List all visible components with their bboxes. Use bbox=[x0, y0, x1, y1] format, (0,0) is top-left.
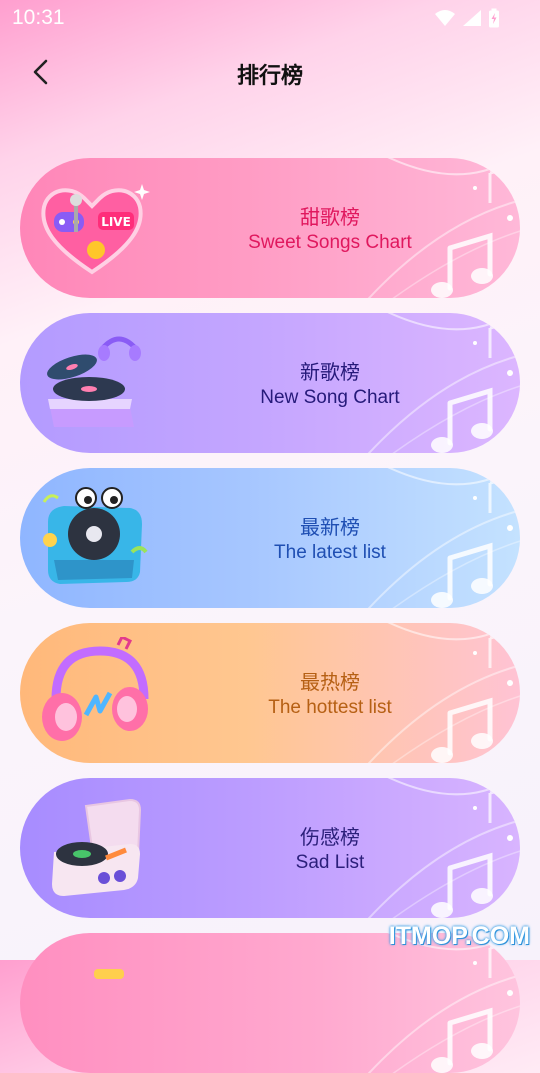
chart-title-zh: 甜歌榜 bbox=[300, 205, 360, 229]
heart-live-gamepad-icon: LIVE bbox=[41, 184, 150, 275]
watermark-text: ITMOP.COM bbox=[388, 922, 530, 950]
wifi-icon bbox=[435, 10, 455, 26]
signal-icon bbox=[463, 10, 481, 26]
turntable-headphones-icon bbox=[47, 336, 141, 427]
status-time: 10:31 bbox=[12, 6, 65, 29]
chart-title-zh: 伤感榜 bbox=[300, 825, 360, 849]
chart-card-partial[interactable] bbox=[20, 933, 520, 1073]
chart-card-latest[interactable]: 最新榜 The latest list bbox=[20, 468, 520, 608]
status-bar: 10:31 bbox=[0, 0, 540, 36]
chart-title-en: New Song Chart bbox=[260, 387, 400, 408]
svg-text:LIVE: LIVE bbox=[101, 215, 131, 229]
chart-card-sad[interactable]: 伤感榜 Sad List bbox=[20, 778, 520, 918]
header: 排行榜 bbox=[0, 44, 540, 100]
chart-title-en: Sad List bbox=[295, 852, 365, 873]
chart-title-zh: 最热榜 bbox=[300, 670, 360, 694]
chart-card-sweet-songs[interactable]: LIVE 甜歌榜 Sweet Songs Chart bbox=[20, 158, 520, 298]
status-icons bbox=[434, 8, 500, 28]
chart-title-en: The latest list bbox=[274, 542, 386, 563]
chart-title-zh: 最新榜 bbox=[300, 515, 360, 539]
chart-icon-partial bbox=[94, 969, 124, 979]
chart-card-new-songs[interactable]: 新歌榜 New Song Chart bbox=[20, 313, 520, 453]
page-title: 排行榜 bbox=[236, 64, 303, 89]
chart-title-en: The hottest list bbox=[268, 697, 392, 718]
pink-headphones-icon bbox=[42, 637, 149, 741]
chart-card-hottest[interactable]: 最热榜 The hottest list bbox=[20, 623, 520, 763]
chart-title-zh: 新歌榜 bbox=[300, 360, 360, 384]
chart-title-en: Sweet Songs Chart bbox=[248, 232, 412, 253]
vinyl-box-icon bbox=[52, 798, 142, 896]
battery-charging-icon bbox=[489, 8, 499, 28]
record-player-eyes-icon bbox=[42, 487, 148, 584]
